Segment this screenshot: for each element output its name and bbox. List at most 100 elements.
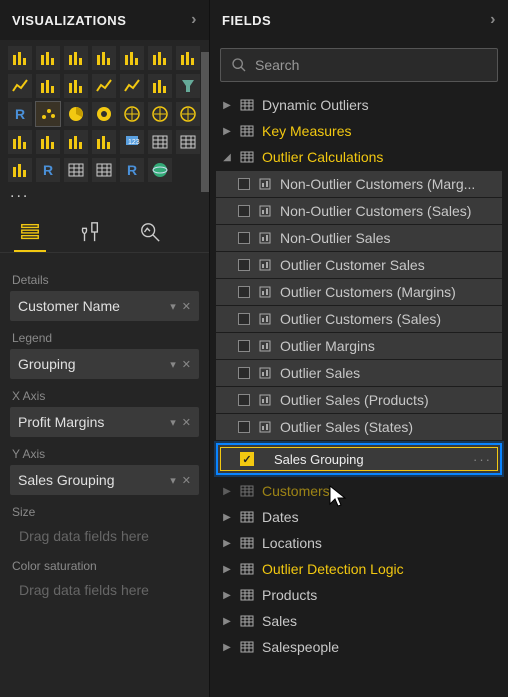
viz-slicer[interactable] [92, 130, 116, 154]
field-item[interactable]: Outlier Customer Sales [216, 252, 502, 278]
search-placeholder: Search [255, 57, 299, 73]
field-item[interactable]: Non-Outlier Sales [216, 225, 502, 251]
table-customers[interactable]: ▶Customers [216, 478, 502, 504]
table-icon [240, 640, 254, 654]
viz-globe[interactable] [148, 158, 172, 182]
viz-python[interactable] [8, 158, 32, 182]
y-axis-well[interactable]: Sales Grouping ▾✕ [10, 465, 199, 495]
color-sat-well[interactable]: Drag data fields here [10, 577, 199, 603]
table-outlier-detection-logic[interactable]: ▶Outlier Detection Logic [216, 556, 502, 582]
table-icon [240, 124, 254, 138]
field-checkbox[interactable] [238, 286, 250, 298]
svg-text:123: 123 [128, 139, 140, 146]
viz-stacked100-col[interactable] [148, 46, 172, 70]
viz-map[interactable] [148, 102, 172, 126]
viz-bar-combo[interactable]: R [8, 102, 32, 126]
field-item[interactable]: Non-Outlier Customers (Marg... [216, 171, 502, 197]
field-item[interactable]: Outlier Customers (Sales) [216, 306, 502, 332]
fields-title: FIELDS [222, 13, 271, 28]
field-item[interactable]: Non-Outlier Customers (Sales) [216, 198, 502, 224]
field-item[interactable]: Outlier Sales (Products) [216, 387, 502, 413]
remove-icon[interactable]: ✕ [182, 416, 191, 429]
collapse-visualizations-icon[interactable]: › [191, 11, 197, 29]
viz-table2[interactable] [64, 158, 88, 182]
viz-treemap[interactable] [120, 102, 144, 126]
field-checkbox[interactable] [238, 205, 250, 217]
viz-multi-row[interactable] [36, 130, 60, 154]
field-checkbox[interactable] [238, 232, 250, 244]
viz-r-big[interactable]: R [36, 158, 60, 182]
viz-area[interactable] [36, 74, 60, 98]
viz-donut[interactable] [92, 102, 116, 126]
viz-line-col2[interactable] [120, 74, 144, 98]
table-locations[interactable]: ▶Locations [216, 530, 502, 556]
field-checkbox[interactable] [238, 178, 250, 190]
chevron-down-icon[interactable]: ▾ [170, 300, 176, 313]
field-item[interactable]: Outlier Sales [216, 360, 502, 386]
visualizations-pane: VISUALIZATIONS › R123RR ... Details Cust… [0, 0, 210, 697]
fields-search-input[interactable]: Search [220, 48, 498, 82]
field-checkbox[interactable] [238, 340, 250, 352]
table-products[interactable]: ▶Products [216, 582, 502, 608]
x-axis-label: X Axis [12, 389, 199, 403]
table-outlier-calculations[interactable]: ◢Outlier Calculations [216, 144, 502, 170]
table-icon [240, 484, 254, 498]
field-checkbox[interactable] [238, 259, 250, 271]
viz-kpi[interactable] [64, 130, 88, 154]
remove-icon[interactable]: ✕ [182, 474, 191, 487]
field-checkbox-checked[interactable] [240, 452, 254, 466]
table-sales[interactable]: ▶Sales [216, 608, 502, 634]
chevron-down-icon[interactable]: ▾ [170, 474, 176, 487]
viz-scatter[interactable] [36, 102, 60, 126]
field-item[interactable]: Outlier Sales (States) [216, 414, 502, 440]
caret-icon: ◢ [222, 152, 232, 163]
legend-well[interactable]: Grouping ▾✕ [10, 349, 199, 379]
field-checkbox[interactable] [238, 421, 250, 433]
chevron-down-icon[interactable]: ▾ [170, 416, 176, 429]
measure-icon [258, 312, 272, 326]
chevron-down-icon[interactable]: ▾ [170, 358, 176, 371]
viz-filled-map[interactable] [176, 102, 200, 126]
more-visuals-button[interactable]: ... [0, 184, 209, 208]
viz-stacked-area[interactable] [64, 74, 88, 98]
viz-stacked100-bar[interactable] [120, 46, 144, 70]
viz-ribbon[interactable] [176, 46, 200, 70]
size-well[interactable]: Drag data fields here [10, 523, 199, 549]
viz-clustered-bar[interactable] [64, 46, 88, 70]
viz-line[interactable] [8, 74, 32, 98]
table-salespeople[interactable]: ▶Salespeople [216, 634, 502, 660]
field-item[interactable]: Outlier Customers (Margins) [216, 279, 502, 305]
field-item[interactable]: Outlier Margins [216, 333, 502, 359]
viz-table3[interactable] [92, 158, 116, 182]
table-key-measures[interactable]: ▶Key Measures [216, 118, 502, 144]
viz-pie[interactable] [64, 102, 88, 126]
viz-stacked-bar[interactable] [8, 46, 32, 70]
viz-waterfall[interactable] [148, 74, 172, 98]
viz-stacked-col[interactable] [36, 46, 60, 70]
analytics-tab[interactable] [134, 218, 166, 246]
viz-clustered-col[interactable] [92, 46, 116, 70]
table-dates[interactable]: ▶Dates [216, 504, 502, 530]
field-checkbox[interactable] [238, 367, 250, 379]
viz-r-script[interactable]: R [120, 158, 144, 182]
viz-line-col[interactable] [92, 74, 116, 98]
remove-icon[interactable]: ✕ [182, 300, 191, 313]
fields-tab[interactable] [14, 218, 46, 246]
viz-funnel[interactable] [176, 74, 200, 98]
viz-matrix[interactable] [176, 130, 200, 154]
field-selected-sales-grouping[interactable]: Sales Grouping··· [216, 443, 502, 475]
field-checkbox[interactable] [238, 394, 250, 406]
field-more-icon[interactable]: ··· [473, 452, 492, 467]
viz-card[interactable] [8, 130, 32, 154]
table-dynamic-outliers[interactable]: ▶Dynamic Outliers [216, 92, 502, 118]
format-tab[interactable] [74, 218, 106, 246]
remove-icon[interactable]: ✕ [182, 358, 191, 371]
scrollbar-thumb[interactable] [201, 52, 209, 192]
viz-table[interactable] [148, 130, 172, 154]
measure-icon [258, 366, 272, 380]
x-axis-well[interactable]: Profit Margins ▾✕ [10, 407, 199, 437]
details-well[interactable]: Customer Name ▾✕ [10, 291, 199, 321]
collapse-fields-icon[interactable]: › [490, 11, 496, 29]
viz-gauge[interactable]: 123 [120, 130, 144, 154]
field-checkbox[interactable] [238, 313, 250, 325]
